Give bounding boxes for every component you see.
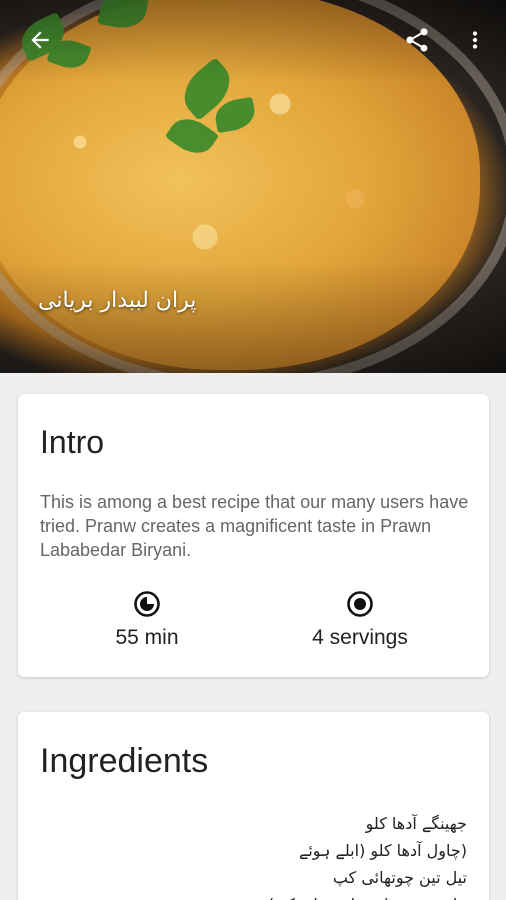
- ingredient-item: پیاز دو عدد (درمیانے سائز کی): [268, 891, 467, 900]
- ingredients-list: جھینگے آدھا کلو (چاول آدھا کلو (ابلے ہوئ…: [268, 810, 467, 900]
- ingredients-card: Ingredients جھینگے آدھا کلو (چاول آدھا ک…: [18, 712, 489, 900]
- servings-value: 4 servings: [312, 626, 408, 649]
- share-button[interactable]: [395, 18, 439, 62]
- arrow-back-icon: [31, 31, 49, 49]
- intro-heading: Intro: [40, 424, 105, 460]
- intro-card: Intro This is among a best recipe that o…: [18, 394, 489, 677]
- more-vert-icon: [472, 31, 478, 49]
- servings-icon: [347, 591, 373, 617]
- timer-icon: [134, 591, 160, 617]
- servings: 4 servings: [260, 590, 460, 650]
- ingredient-item: جھینگے آدھا کلو: [365, 814, 467, 833]
- ingredients-heading: Ingredients: [40, 742, 209, 780]
- cook-time: 55 min: [47, 590, 247, 650]
- recipe-title: پران لببدار بریانی: [38, 288, 197, 313]
- share-icon: [406, 28, 428, 52]
- cook-time-value: 55 min: [115, 626, 179, 649]
- more-options-button[interactable]: [453, 18, 497, 62]
- ingredient-item: تیل تین چوتھائی کپ: [332, 868, 467, 887]
- recipe-hero-image: پران لببدار بریانی: [0, 0, 506, 373]
- back-button[interactable]: [18, 18, 62, 62]
- ingredient-item: (چاول آدھا کلو (ابلے ہوئے: [298, 841, 467, 860]
- intro-description: This is among a best recipe that our man…: [40, 492, 469, 560]
